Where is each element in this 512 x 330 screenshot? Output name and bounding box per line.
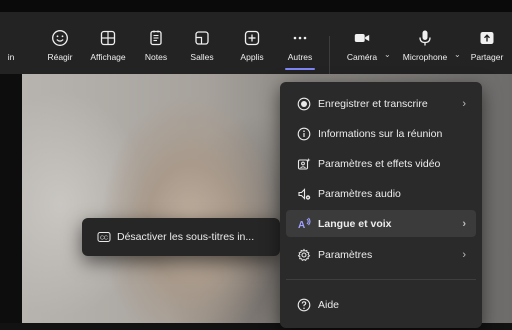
toolbar-item-label: Notes [144,52,168,62]
more-icon [291,29,309,47]
chevron-right-icon: › [462,97,466,110]
toolbar-item-label: Salles [190,52,214,62]
chevron-right-icon: › [462,217,466,230]
toolbar-item-label: Partager [470,52,504,62]
help-icon [296,297,312,313]
camera-options-chevron-icon[interactable]: ⌄ [384,50,391,59]
more-options-menu: Enregistrer et transcrire › Informations… [280,82,482,328]
closed-caption-icon: CC [96,229,112,245]
toolbar-item-label: Autres [287,52,313,62]
menu-item-label: Enregistrer et transcrire [318,97,428,110]
toolbar-notes-button[interactable]: Notes [138,12,174,74]
info-icon [296,126,312,142]
toolbar-share-button[interactable]: Partager [464,12,510,74]
settings-icon [296,247,312,263]
window-top-strip [0,0,512,12]
add-app-icon [243,29,261,47]
video-effects-icon [296,156,312,172]
menu-item-meeting-info[interactable]: Informations sur la réunion [286,120,476,147]
menu-item-label: Paramètres [318,248,373,261]
toolbar-divider [329,36,330,74]
menu-item-label: Aide [318,298,340,311]
submenu-disable-live-captions[interactable]: CC Désactiver les sous-titres in... [82,218,280,256]
menu-item-video-effects[interactable]: Paramètres et effets vidéo [286,150,476,177]
submenu-item-label: Désactiver les sous-titres in... [117,231,255,243]
toolbar-item-label: Affichage [90,52,126,62]
smiley-icon [51,29,69,47]
menu-item-audio-settings[interactable]: Paramètres audio [286,180,476,207]
notes-icon [147,29,165,47]
meeting-toolbar: in Réagir Affichage Notes Salles Applis [0,12,512,74]
toolbar-more-button[interactable]: Autres [282,12,318,74]
camera-icon [353,29,371,47]
audio-settings-icon [296,186,312,202]
svg-text:CC: CC [100,235,108,241]
menu-item-settings[interactable]: Paramètres › [286,241,476,268]
grid-view-icon [99,29,117,47]
share-icon [478,29,496,47]
toolbar-item-label: in [7,52,15,62]
left-edge-bar [0,74,22,330]
toolbar-rooms-button[interactable]: Salles [184,12,220,74]
svg-text:A: A [298,220,305,231]
rooms-icon [193,29,211,47]
menu-item-label: Informations sur la réunion [318,127,443,140]
menu-item-label: Langue et voix [318,217,392,230]
menu-item-label: Paramètres et effets vidéo [318,157,441,170]
toolbar-item-label: Caméra [346,52,378,62]
record-icon [296,96,312,112]
menu-item-help[interactable]: Aide [286,291,476,318]
menu-item-label: Paramètres audio [318,187,401,200]
menu-item-language-voice[interactable]: A Langue et voix › [286,210,476,237]
toolbar-view-button[interactable]: Affichage [84,12,132,74]
chevron-right-icon: › [462,248,466,261]
toolbar-item-label: Applis [240,52,264,62]
menu-item-record-transcribe[interactable]: Enregistrer et transcrire › [286,90,476,117]
toolbar-microphone-button[interactable]: Microphone [396,12,454,74]
toolbar-item-label: Microphone [402,52,448,62]
language-voice-icon: A [296,216,312,232]
toolbar-item-label: Réagir [47,52,73,62]
toolbar-react-button[interactable]: Réagir [40,12,80,74]
partial-item-icon [2,29,20,47]
toolbar-apps-button[interactable]: Applis [234,12,270,74]
toolbar-item-partial[interactable]: in [0,12,22,74]
active-tab-indicator [285,68,315,70]
toolbar-camera-button[interactable]: Caméra [340,12,384,74]
menu-separator [286,279,476,280]
microphone-options-chevron-icon[interactable]: ⌄ [454,50,461,59]
microphone-icon [416,29,434,47]
